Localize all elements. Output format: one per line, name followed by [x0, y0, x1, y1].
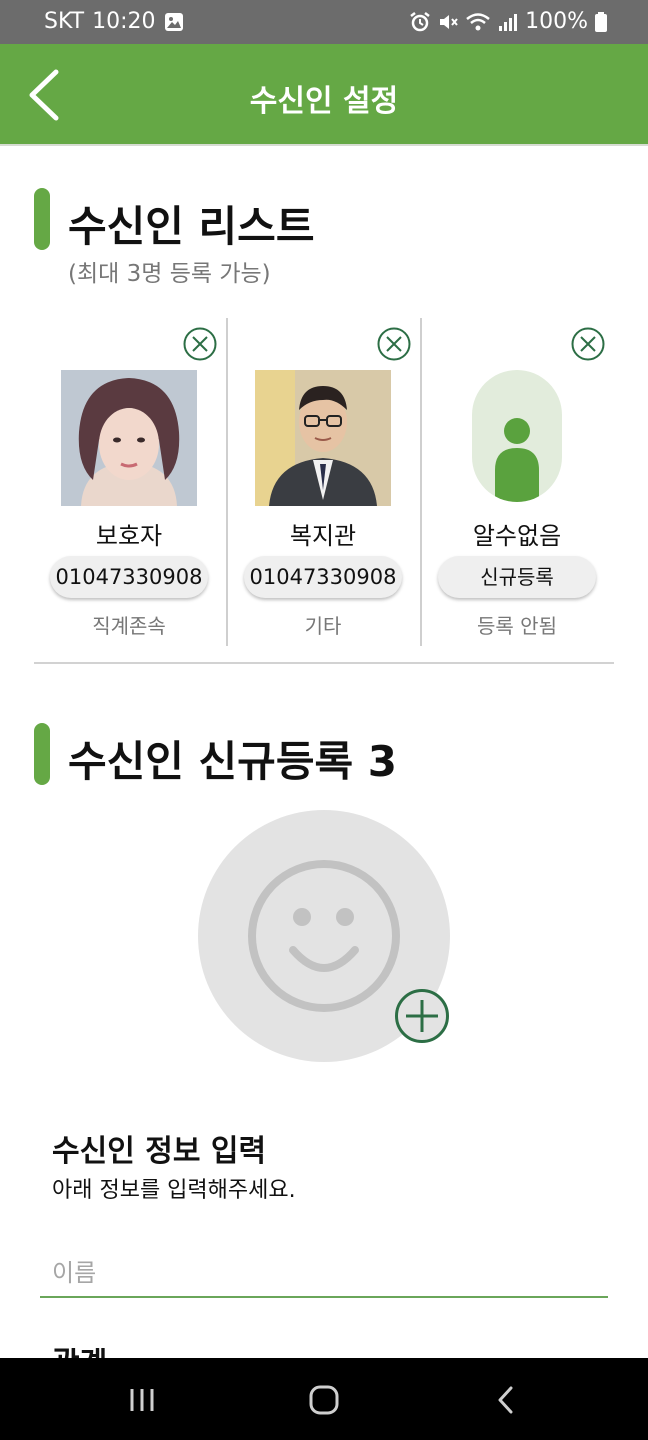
status-bar: SKT 10:20 100% [0, 0, 648, 44]
recipient-photo [61, 370, 197, 506]
system-nav-bar [0, 1358, 648, 1440]
remove-recipient-button[interactable] [570, 326, 606, 362]
app-bar: 수신인 설정 [0, 44, 648, 146]
close-circle-icon [183, 327, 217, 361]
recipient-relation: 기타 [304, 614, 342, 638]
recent-apps-button[interactable] [112, 1374, 172, 1426]
remove-recipient-button[interactable] [182, 326, 218, 362]
section-accent-bar [34, 723, 50, 785]
battery-icon [595, 11, 607, 32]
recipient-list-subtitle: (최대 3명 등록 가능) [68, 261, 271, 287]
recipient-relation: 직계존속 [92, 614, 166, 638]
recipient-name: 알수없음 [472, 522, 562, 550]
home-icon [309, 1385, 339, 1415]
recipient-phone[interactable]: 01047330908 [50, 556, 208, 598]
recipient-name: 보호자 [95, 522, 163, 550]
recipient-list-title: 수신인 리스트 [68, 202, 315, 251]
wifi-icon [466, 12, 490, 30]
home-button[interactable] [294, 1374, 354, 1426]
remove-recipient-button[interactable] [376, 326, 412, 362]
clock: 10:20 [92, 9, 156, 34]
carrier-label: SKT [44, 9, 85, 34]
recipient-name: 복지관 [289, 522, 357, 550]
close-circle-icon [571, 327, 605, 361]
new-register-button[interactable]: 신규등록 [438, 556, 596, 598]
recipient-photo [255, 370, 391, 506]
status-left: SKT 10:20 [44, 9, 184, 34]
signal-icon [499, 13, 518, 31]
close-circle-icon [377, 327, 411, 361]
recipient-relation: 등록 안됨 [477, 614, 557, 638]
recipient-card-2[interactable]: 복지관 01047330908 기타 [226, 318, 420, 646]
system-back-button[interactable] [476, 1374, 536, 1426]
chevron-left-icon [498, 1386, 513, 1414]
page-title: 수신인 설정 [249, 84, 399, 119]
plus-circle-icon [395, 989, 449, 1043]
recipient-card-1[interactable]: 보호자 01047330908 직계존속 [32, 318, 226, 646]
info-input-subtitle: 아래 정보를 입력해주세요. [52, 1178, 296, 1203]
mute-icon [440, 14, 458, 29]
status-right: 100% [409, 9, 608, 34]
add-photo-button[interactable] [394, 988, 450, 1044]
battery-percent: 100% [525, 9, 588, 34]
recent-apps-icon [130, 1389, 154, 1411]
placeholder-person-icon [472, 370, 562, 502]
new-registration-title: 수신인 신규등록 3 [68, 737, 397, 786]
info-input-title: 수신인 정보 입력 [52, 1134, 267, 1169]
recipient-phone[interactable]: 01047330908 [244, 556, 402, 598]
recipient-card-3[interactable]: 알수없음 신규등록 등록 안됨 [420, 318, 614, 646]
name-input[interactable] [40, 1250, 608, 1298]
alarm-icon [410, 11, 430, 31]
section-divider [34, 662, 614, 664]
section-accent-bar [34, 188, 50, 250]
gallery-notification-icon [164, 12, 183, 31]
